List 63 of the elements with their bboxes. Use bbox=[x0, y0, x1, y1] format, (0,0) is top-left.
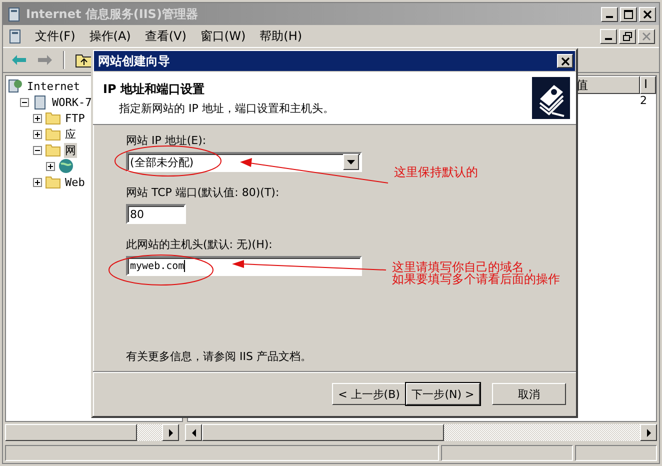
restore-icon bbox=[623, 32, 632, 40]
close-icon bbox=[642, 32, 651, 40]
field-label: 网站 IP 地址(E): bbox=[126, 133, 208, 148]
folder-icon bbox=[45, 127, 61, 141]
close-icon bbox=[560, 56, 570, 66]
left-arrow-icon[interactable] bbox=[190, 428, 196, 436]
next-button[interactable]: 下一步(N) > bbox=[406, 383, 480, 405]
expander-icon[interactable] bbox=[20, 98, 29, 106]
tree-item[interactable]: Internet bbox=[26, 80, 81, 92]
tree-item[interactable]: WORK-7 bbox=[51, 96, 93, 108]
close-icon bbox=[643, 10, 652, 18]
input-field[interactable]: myweb.com bbox=[126, 256, 362, 276]
expander-icon[interactable] bbox=[33, 178, 42, 186]
cancel-button[interactable]: 取消 bbox=[492, 383, 566, 405]
folder-icon bbox=[45, 175, 61, 189]
table-cell-text: 2 bbox=[640, 94, 648, 107]
restore-button[interactable] bbox=[619, 28, 636, 44]
step-heading: IP 地址和端口设置 bbox=[103, 80, 206, 98]
close-button[interactable] bbox=[557, 54, 573, 68]
minimize-button[interactable] bbox=[601, 6, 618, 22]
menu-item[interactable]: 窗口(W) bbox=[198, 28, 258, 44]
field-label: 此网站的主机头(默认: 无)(H): bbox=[126, 237, 274, 252]
folder-icon bbox=[45, 111, 61, 125]
horizontal-scrollbar[interactable] bbox=[185, 424, 657, 441]
folder-icon bbox=[45, 143, 61, 157]
horizontal-scrollbar[interactable] bbox=[5, 424, 179, 441]
menu-item[interactable]: 查看(V) bbox=[142, 28, 198, 44]
annotation-note: 这里保持默认的 bbox=[394, 166, 478, 178]
server-icon bbox=[6, 6, 22, 22]
menu-item[interactable]: 操作(A) bbox=[87, 28, 143, 44]
computers-icon bbox=[7, 78, 23, 94]
server-icon bbox=[32, 94, 48, 110]
maximize-button[interactable] bbox=[620, 6, 637, 22]
window-title: Internet 信息服务(IIS)管理器 bbox=[26, 6, 198, 22]
input-field[interactable]: 80 bbox=[126, 204, 186, 224]
folder-up-icon[interactable] bbox=[75, 52, 93, 68]
info-text: 有关更多信息，请参阅 IIS 产品文档。 bbox=[126, 349, 312, 364]
close-button[interactable] bbox=[638, 28, 655, 44]
back-button[interactable]: < 上一步(B) bbox=[332, 383, 406, 405]
right-arrow-icon[interactable] bbox=[168, 428, 174, 436]
menu-item[interactable]: 帮助(H) bbox=[258, 28, 314, 44]
documents-icon bbox=[532, 77, 570, 119]
expander-icon[interactable] bbox=[46, 162, 55, 170]
column-header[interactable]: I bbox=[640, 76, 656, 94]
minimize-button[interactable] bbox=[600, 28, 617, 44]
ip-address-dropdown[interactable]: (全部未分配) bbox=[126, 152, 362, 172]
menu-item[interactable]: 文件(F) bbox=[33, 28, 88, 44]
expander-icon[interactable] bbox=[33, 114, 42, 122]
tree-item[interactable]: 网 bbox=[64, 142, 77, 158]
server-icon bbox=[7, 28, 23, 44]
close-button[interactable] bbox=[639, 6, 656, 22]
field-label: 网站 TCP 端口(默认值: 80)(T): bbox=[126, 185, 280, 200]
tree-item[interactable]: Web bbox=[64, 176, 86, 188]
expander-icon[interactable] bbox=[33, 146, 42, 154]
expander-icon[interactable] bbox=[33, 130, 42, 138]
tree-item[interactable]: FTP bbox=[64, 112, 86, 124]
step-description: 指定新网站的 IP 地址，端口设置和主机头。 bbox=[118, 100, 335, 116]
caret-icon bbox=[347, 160, 355, 164]
maximize-icon bbox=[624, 10, 633, 18]
tree-item[interactable]: 应 bbox=[64, 126, 77, 142]
annotation-note: 这里请填写你自己的域名， 如果要填写多个请看后面的操作 bbox=[392, 261, 560, 285]
right-arrow-icon[interactable] bbox=[646, 428, 652, 436]
dialog-title: 网站创建向导 bbox=[98, 52, 170, 70]
